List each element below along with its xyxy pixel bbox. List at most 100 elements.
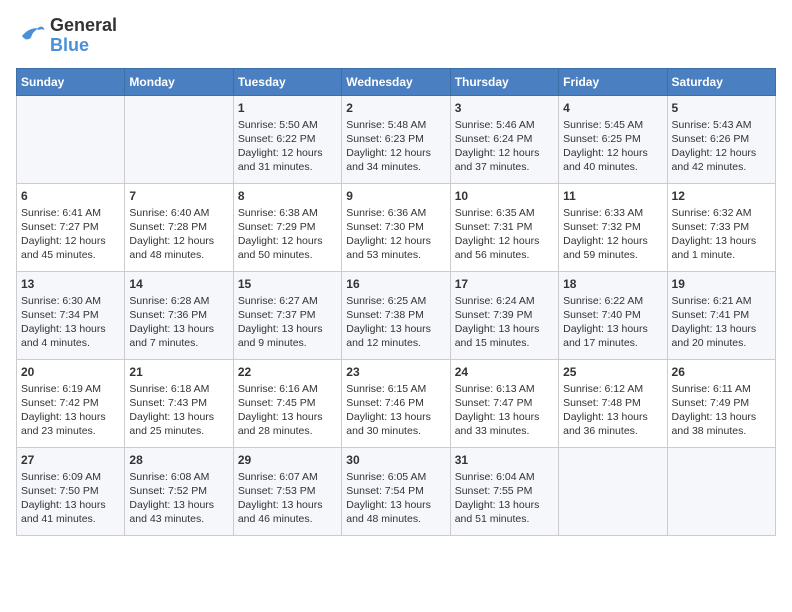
day-number: 17 xyxy=(455,276,554,292)
cell-content: Sunrise: 5:50 AM Sunset: 6:22 PM Dayligh… xyxy=(238,118,337,175)
col-header-monday: Monday xyxy=(125,68,233,95)
calendar-cell xyxy=(17,95,125,183)
day-number: 15 xyxy=(238,276,337,292)
calendar-cell: 8 Sunrise: 6:38 AM Sunset: 7:29 PM Daylig… xyxy=(233,183,341,271)
calendar-cell: 26Sunrise: 6:11 AM Sunset: 7:49 PM Dayli… xyxy=(667,359,775,447)
calendar-cell: 7 Sunrise: 6:40 AM Sunset: 7:28 PM Daylig… xyxy=(125,183,233,271)
cell-content: Sunrise: 6:32 AM Sunset: 7:33 PM Dayligh… xyxy=(672,206,771,263)
cell-content: Sunrise: 5:48 AM Sunset: 6:23 PM Dayligh… xyxy=(346,118,445,175)
cell-content: Sunrise: 6:18 AM Sunset: 7:43 PM Dayligh… xyxy=(129,382,228,439)
day-number: 25 xyxy=(563,364,662,380)
calendar-week-2: 6Sunrise: 6:41 AM Sunset: 7:27 PM Daylig… xyxy=(17,183,776,271)
cell-content: Sunrise: 6:36 AM Sunset: 7:30 PM Dayligh… xyxy=(346,206,445,263)
cell-content: Sunrise: 6:40 AM Sunset: 7:28 PM Dayligh… xyxy=(129,206,228,263)
logo-text: General Blue xyxy=(50,16,117,56)
cell-content: Sunrise: 6:38 AM Sunset: 7:29 PM Dayligh… xyxy=(238,206,337,263)
calendar-cell: 6Sunrise: 6:41 AM Sunset: 7:27 PM Daylig… xyxy=(17,183,125,271)
cell-content: Sunrise: 6:24 AM Sunset: 7:39 PM Dayligh… xyxy=(455,294,554,351)
day-number: 1 xyxy=(238,100,337,116)
calendar-week-4: 20 Sunrise: 6:19 AM Sunset: 7:42 PM Dayli… xyxy=(17,359,776,447)
cell-content: Sunrise: 6:22 AM Sunset: 7:40 PM Dayligh… xyxy=(563,294,662,351)
day-number: 28 xyxy=(129,452,228,468)
calendar-cell: 17 Sunrise: 6:24 AM Sunset: 7:39 PM Dayli… xyxy=(450,271,558,359)
cell-content: Sunrise: 6:28 AM Sunset: 7:36 PM Dayligh… xyxy=(129,294,228,351)
calendar-cell: 18Sunrise: 6:22 AM Sunset: 7:40 PM Dayli… xyxy=(559,271,667,359)
col-header-sunday: Sunday xyxy=(17,68,125,95)
day-number: 14 xyxy=(129,276,228,292)
day-number: 29 xyxy=(238,452,337,468)
day-number: 8 xyxy=(238,188,337,204)
day-number: 2 xyxy=(346,100,445,116)
calendar-cell xyxy=(125,95,233,183)
calendar-cell xyxy=(667,447,775,535)
calendar-cell: 1 Sunrise: 5:50 AM Sunset: 6:22 PM Daylig… xyxy=(233,95,341,183)
cell-content: Sunrise: 6:04 AM Sunset: 7:55 PM Dayligh… xyxy=(455,470,554,527)
cell-content: Sunrise: 5:45 AM Sunset: 6:25 PM Dayligh… xyxy=(563,118,662,175)
calendar-cell: 2 Sunrise: 5:48 AM Sunset: 6:23 PM Daylig… xyxy=(342,95,450,183)
calendar-cell: 3Sunrise: 5:46 AM Sunset: 6:24 PM Daylig… xyxy=(450,95,558,183)
day-number: 16 xyxy=(346,276,445,292)
day-number: 22 xyxy=(238,364,337,380)
calendar-cell: 25 Sunrise: 6:12 AM Sunset: 7:48 PM Dayli… xyxy=(559,359,667,447)
calendar-cell: 23 Sunrise: 6:15 AM Sunset: 7:46 PM Dayli… xyxy=(342,359,450,447)
calendar-week-3: 13Sunrise: 6:30 AM Sunset: 7:34 PM Dayli… xyxy=(17,271,776,359)
col-header-saturday: Saturday xyxy=(667,68,775,95)
day-number: 4 xyxy=(563,100,662,116)
calendar-cell: 31 Sunrise: 6:04 AM Sunset: 7:55 PM Dayli… xyxy=(450,447,558,535)
day-number: 10 xyxy=(455,188,554,204)
day-number: 24 xyxy=(455,364,554,380)
cell-content: Sunrise: 6:08 AM Sunset: 7:52 PM Dayligh… xyxy=(129,470,228,527)
cell-content: Sunrise: 6:07 AM Sunset: 7:53 PM Dayligh… xyxy=(238,470,337,527)
calendar-cell: 20 Sunrise: 6:19 AM Sunset: 7:42 PM Dayli… xyxy=(17,359,125,447)
calendar-cell xyxy=(559,447,667,535)
logo-icon xyxy=(16,21,46,50)
day-number: 30 xyxy=(346,452,445,468)
cell-content: Sunrise: 6:30 AM Sunset: 7:34 PM Dayligh… xyxy=(21,294,120,351)
calendar-cell: 16 Sunrise: 6:25 AM Sunset: 7:38 PM Dayli… xyxy=(342,271,450,359)
col-header-thursday: Thursday xyxy=(450,68,558,95)
cell-content: Sunrise: 5:43 AM Sunset: 6:26 PM Dayligh… xyxy=(672,118,771,175)
calendar-week-5: 27Sunrise: 6:09 AM Sunset: 7:50 PM Dayli… xyxy=(17,447,776,535)
day-number: 6 xyxy=(21,188,120,204)
calendar-cell: 27Sunrise: 6:09 AM Sunset: 7:50 PM Dayli… xyxy=(17,447,125,535)
cell-content: Sunrise: 6:05 AM Sunset: 7:54 PM Dayligh… xyxy=(346,470,445,527)
cell-content: Sunrise: 6:15 AM Sunset: 7:46 PM Dayligh… xyxy=(346,382,445,439)
cell-content: Sunrise: 6:19 AM Sunset: 7:42 PM Dayligh… xyxy=(21,382,120,439)
day-number: 11 xyxy=(563,188,662,204)
day-number: 23 xyxy=(346,364,445,380)
cell-content: Sunrise: 6:21 AM Sunset: 7:41 PM Dayligh… xyxy=(672,294,771,351)
cell-content: Sunrise: 6:12 AM Sunset: 7:48 PM Dayligh… xyxy=(563,382,662,439)
calendar-cell: 14 Sunrise: 6:28 AM Sunset: 7:36 PM Dayli… xyxy=(125,271,233,359)
calendar-cell: 28 Sunrise: 6:08 AM Sunset: 7:52 PM Dayli… xyxy=(125,447,233,535)
calendar-cell: 12Sunrise: 6:32 AM Sunset: 7:33 PM Dayli… xyxy=(667,183,775,271)
calendar-cell: 4 Sunrise: 5:45 AM Sunset: 6:25 PM Daylig… xyxy=(559,95,667,183)
day-number: 7 xyxy=(129,188,228,204)
day-number: 27 xyxy=(21,452,120,468)
col-header-tuesday: Tuesday xyxy=(233,68,341,95)
calendar-cell: 22Sunrise: 6:16 AM Sunset: 7:45 PM Dayli… xyxy=(233,359,341,447)
calendar-table: SundayMondayTuesdayWednesdayThursdayFrid… xyxy=(16,68,776,536)
calendar-cell: 24 Sunrise: 6:13 AM Sunset: 7:47 PM Dayli… xyxy=(450,359,558,447)
page-header: General Blue xyxy=(16,16,776,56)
calendar-cell: 21 Sunrise: 6:18 AM Sunset: 7:43 PM Dayli… xyxy=(125,359,233,447)
cell-content: Sunrise: 6:25 AM Sunset: 7:38 PM Dayligh… xyxy=(346,294,445,351)
cell-content: Sunrise: 6:33 AM Sunset: 7:32 PM Dayligh… xyxy=(563,206,662,263)
calendar-cell: 15 Sunrise: 6:27 AM Sunset: 7:37 PM Dayli… xyxy=(233,271,341,359)
day-number: 9 xyxy=(346,188,445,204)
calendar-cell: 29 Sunrise: 6:07 AM Sunset: 7:53 PM Dayli… xyxy=(233,447,341,535)
calendar-cell: 30 Sunrise: 6:05 AM Sunset: 7:54 PM Dayli… xyxy=(342,447,450,535)
calendar-cell: 19 Sunrise: 6:21 AM Sunset: 7:41 PM Dayli… xyxy=(667,271,775,359)
day-number: 31 xyxy=(455,452,554,468)
calendar-cell: 10Sunrise: 6:35 AM Sunset: 7:31 PM Dayli… xyxy=(450,183,558,271)
col-header-wednesday: Wednesday xyxy=(342,68,450,95)
calendar-cell: 13Sunrise: 6:30 AM Sunset: 7:34 PM Dayli… xyxy=(17,271,125,359)
day-number: 21 xyxy=(129,364,228,380)
cell-content: Sunrise: 6:13 AM Sunset: 7:47 PM Dayligh… xyxy=(455,382,554,439)
logo: General Blue xyxy=(16,16,117,56)
calendar-cell: 5 Sunrise: 5:43 AM Sunset: 6:26 PM Daylig… xyxy=(667,95,775,183)
calendar-week-1: 1 Sunrise: 5:50 AM Sunset: 6:22 PM Daylig… xyxy=(17,95,776,183)
day-number: 19 xyxy=(672,276,771,292)
day-number: 20 xyxy=(21,364,120,380)
day-number: 5 xyxy=(672,100,771,116)
cell-content: Sunrise: 6:27 AM Sunset: 7:37 PM Dayligh… xyxy=(238,294,337,351)
